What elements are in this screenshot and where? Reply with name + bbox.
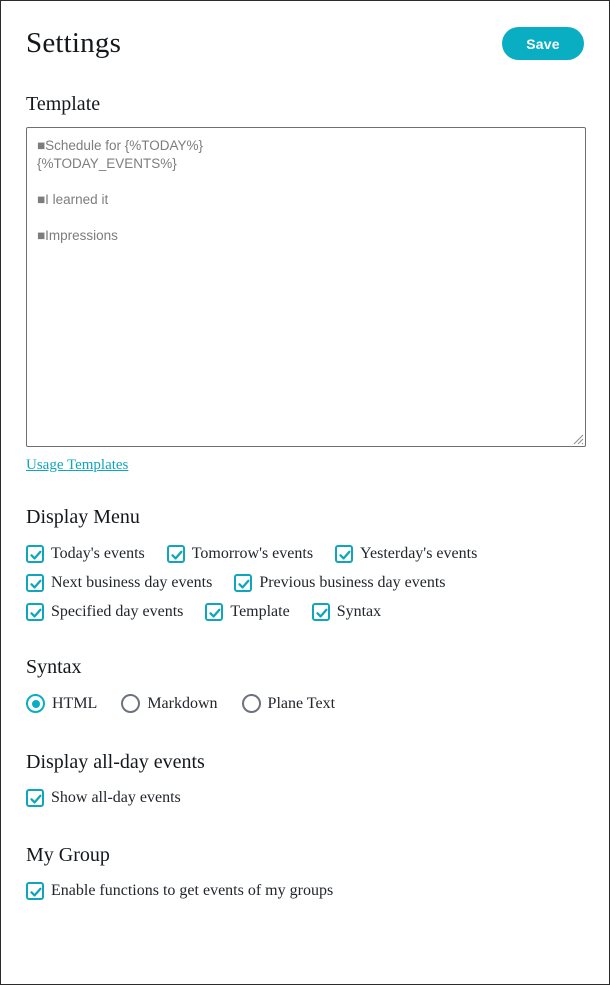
checkbox-yesterday-events[interactable]: Yesterday's events xyxy=(335,545,477,563)
template-heading: Template xyxy=(26,93,101,115)
checkbox-label: Specified day events xyxy=(51,603,184,620)
checkbox-checked-icon[interactable] xyxy=(26,545,44,563)
radio-label: HTML xyxy=(52,694,98,712)
checkbox-checked-icon[interactable] xyxy=(234,574,253,592)
display-menu-row-2: Next business day events Previous busine… xyxy=(26,574,584,592)
radio-selected-icon[interactable] xyxy=(26,694,45,713)
checkbox-checked-icon[interactable] xyxy=(311,603,330,621)
radio-unselected-icon[interactable] xyxy=(241,694,261,713)
page-header: Settings Save xyxy=(26,1,584,79)
checkbox-label: Yesterday's events xyxy=(360,545,478,562)
save-button[interactable]: Save xyxy=(502,26,584,60)
checkbox-checked-icon[interactable] xyxy=(26,882,44,900)
radio-plane-text[interactable]: Plane Text xyxy=(241,694,336,713)
template-textarea[interactable]: ■Schedule for {%TODAY%} {%TODAY_EVENTS%}… xyxy=(26,127,586,447)
settings-page: Settings Save Template ■Schedule for {%T… xyxy=(0,0,610,985)
checkbox-label: Previous business day events xyxy=(259,574,446,591)
checkbox-label: Tomorrow's events xyxy=(191,545,314,562)
checkbox-checked-icon[interactable] xyxy=(335,545,354,563)
all-day-events-heading: Display all-day events xyxy=(26,751,205,773)
checkbox-label: Syntax xyxy=(336,603,382,620)
checkbox-specified-day-events[interactable]: Specified day events xyxy=(26,603,183,621)
checkbox-checked-icon[interactable] xyxy=(205,603,224,621)
my-group-row: Enable functions to get events of my gro… xyxy=(26,882,584,900)
checkbox-syntax[interactable]: Syntax xyxy=(311,603,382,621)
checkbox-next-business-day-events[interactable]: Next business day events xyxy=(26,574,212,592)
radio-label: Plane Text xyxy=(267,694,336,712)
checkbox-template[interactable]: Template xyxy=(205,603,290,621)
checkbox-label: Show all-day events xyxy=(51,789,181,806)
radio-label: Markdown xyxy=(147,694,218,712)
my-group-heading: My Group xyxy=(26,844,110,866)
display-menu-row-3: Specified day events Template Syntax xyxy=(26,603,584,621)
checkbox-today-events[interactable]: Today's events xyxy=(26,545,145,563)
checkbox-tomorrow-events[interactable]: Tomorrow's events xyxy=(166,545,314,563)
checkbox-label: Enable functions to get events of my gro… xyxy=(51,882,334,899)
checkbox-checked-icon[interactable] xyxy=(26,574,44,592)
display-menu-row-1: Today's events Tomorrow's events Yesterd… xyxy=(26,545,584,563)
display-menu-heading: Display Menu xyxy=(26,506,140,528)
checkbox-checked-icon[interactable] xyxy=(26,603,44,621)
checkbox-checked-icon[interactable] xyxy=(166,545,185,563)
radio-markdown[interactable]: Markdown xyxy=(121,694,218,713)
checkbox-label: Next business day events xyxy=(51,574,213,591)
template-textarea-wrapper: ■Schedule for {%TODAY%} {%TODAY_EVENTS%}… xyxy=(26,127,586,447)
checkbox-enable-my-groups[interactable]: Enable functions to get events of my gro… xyxy=(26,882,333,900)
checkbox-label: Today's events xyxy=(51,545,145,562)
radio-unselected-icon[interactable] xyxy=(121,694,141,713)
radio-html[interactable]: HTML xyxy=(26,694,97,713)
syntax-radio-group: HTML Markdown Plane Text xyxy=(26,694,584,713)
checkbox-label: Template xyxy=(230,603,290,620)
all-day-events-row: Show all-day events xyxy=(26,789,584,807)
checkbox-checked-icon[interactable] xyxy=(26,789,44,807)
page-title: Settings xyxy=(26,26,122,59)
checkbox-previous-business-day-events[interactable]: Previous business day events xyxy=(234,574,446,592)
checkbox-show-all-day-events[interactable]: Show all-day events xyxy=(26,789,181,807)
syntax-heading: Syntax xyxy=(26,656,82,678)
usage-templates-link[interactable]: Usage Templates xyxy=(26,457,128,474)
